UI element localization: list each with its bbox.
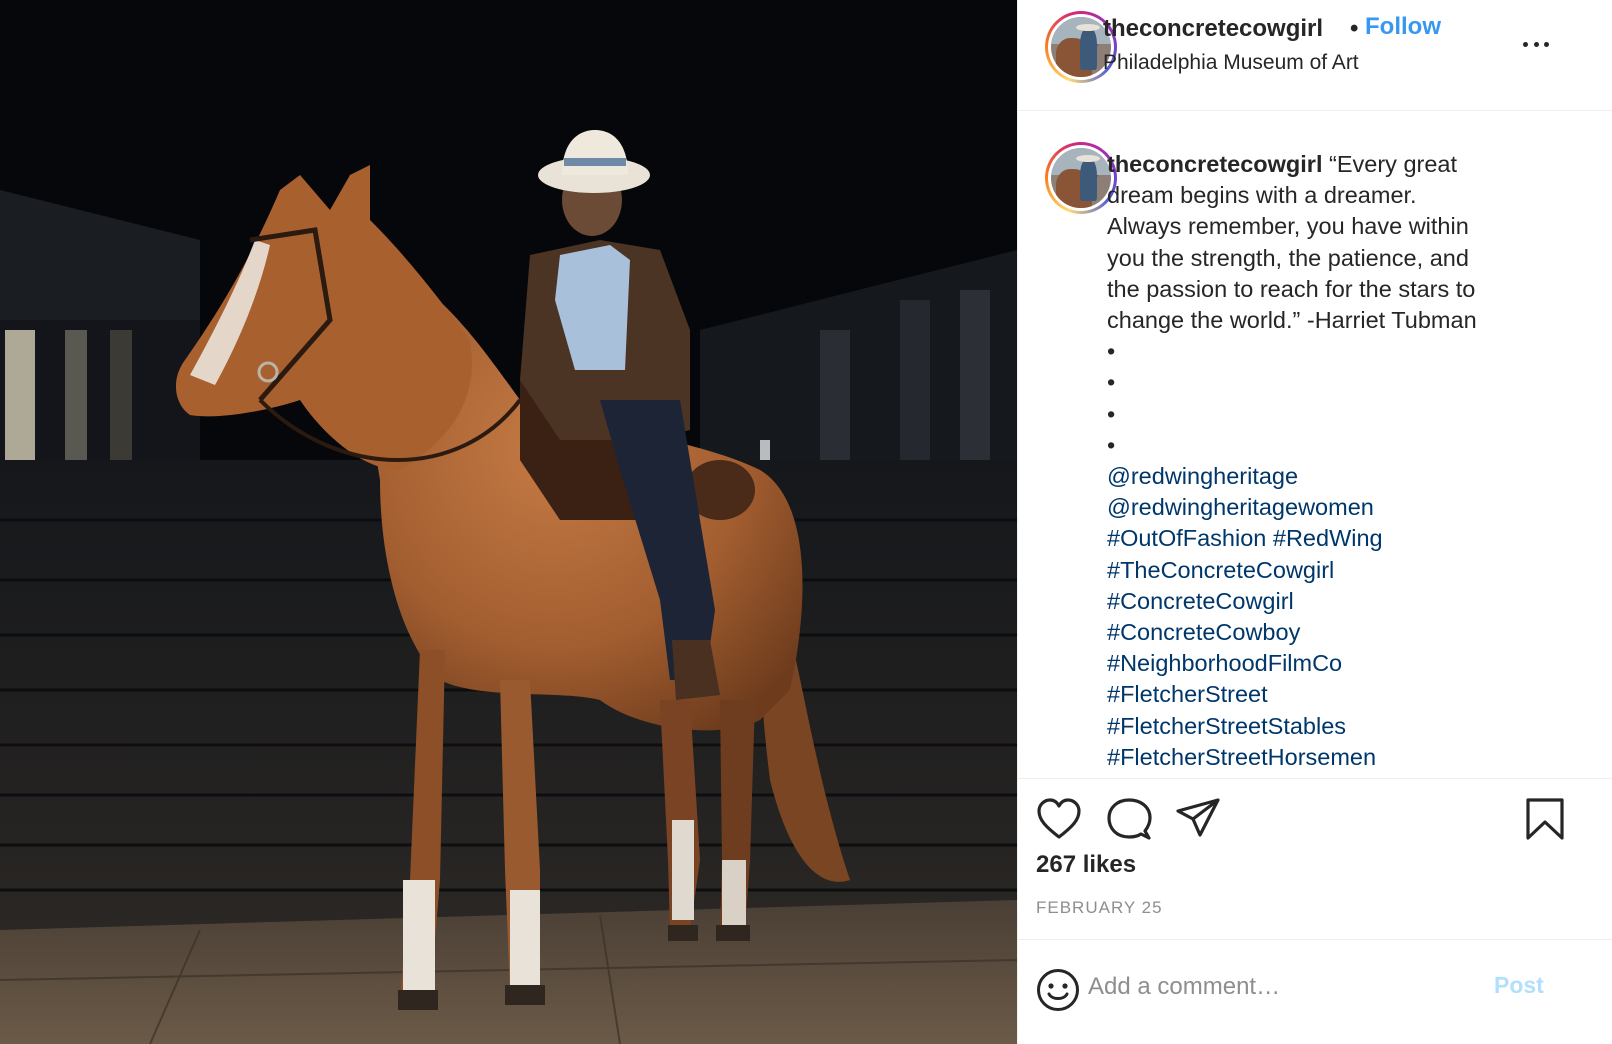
post-header: theconcretecowgirl • Follow Philadelphia… bbox=[1018, 0, 1612, 111]
hashtag-link[interactable]: #OutOfFashion #RedWing bbox=[1107, 523, 1547, 554]
caption-username[interactable]: theconcretecowgirl bbox=[1107, 151, 1322, 177]
smiley-icon-graphic bbox=[1037, 969, 1079, 1011]
caption-line: the passion to reach for the stars to bbox=[1107, 275, 1476, 302]
caption-line: change the world.” -Harriet Tubman bbox=[1107, 307, 1477, 334]
avatar-person bbox=[1079, 27, 1097, 70]
caption-bullet: • bbox=[1107, 400, 1116, 427]
more-dot bbox=[1544, 41, 1549, 47]
avatar-border bbox=[1048, 145, 1114, 211]
photo-horse-rider-illustration bbox=[0, 0, 1017, 1044]
post-date[interactable]: FEBRUARY 25 bbox=[1036, 898, 1163, 918]
likes-count[interactable]: 267 likes bbox=[1036, 851, 1136, 879]
post-side-panel: theconcretecowgirl • Follow Philadelphia… bbox=[1017, 0, 1612, 1044]
hashtag-link[interactable]: #NeighborhoodFilmCo bbox=[1107, 648, 1547, 679]
caption-bullet: • bbox=[1107, 338, 1116, 365]
caption-text: theconcretecowgirl “Every great dream be… bbox=[1107, 149, 1547, 773]
hashtag-link[interactable]: #FletcherStreet bbox=[1107, 679, 1547, 710]
send-icon[interactable] bbox=[1175, 797, 1221, 841]
caption-bullet: • bbox=[1107, 369, 1116, 396]
smiley-icon[interactable] bbox=[1036, 968, 1080, 1012]
avatar-photo bbox=[1051, 148, 1111, 208]
header-separator: • bbox=[1350, 15, 1359, 42]
hashtag-link[interactable]: #ConcreteCowboy bbox=[1107, 617, 1547, 648]
instagram-post: theconcretecowgirl • Follow Philadelphia… bbox=[0, 0, 1612, 1044]
mention-link[interactable]: @redwingheritage bbox=[1107, 461, 1547, 492]
caption-first-line: theconcretecowgirl “Every great bbox=[1107, 149, 1547, 180]
post-photo[interactable] bbox=[0, 0, 1017, 1044]
hashtag-link[interactable]: #TheConcreteCowgirl bbox=[1107, 555, 1547, 586]
hashtag-link[interactable]: #ConcreteCowgirl bbox=[1107, 586, 1547, 617]
follow-button[interactable]: Follow bbox=[1365, 13, 1441, 41]
post-actions: 267 likes FEBRUARY 25 bbox=[1018, 778, 1612, 940]
avatar-person bbox=[1079, 158, 1097, 201]
post-comment-button[interactable]: Post bbox=[1494, 972, 1544, 999]
avatar-photo bbox=[1051, 17, 1111, 77]
comment-icon[interactable] bbox=[1106, 797, 1152, 841]
more-horizontal-icon[interactable] bbox=[1523, 40, 1549, 48]
more-dot bbox=[1523, 41, 1528, 47]
caption-line: “Every great bbox=[1329, 151, 1458, 177]
caption-line: you the strength, the patience, and bbox=[1107, 244, 1469, 271]
location-link[interactable]: Philadelphia Museum of Art bbox=[1103, 51, 1359, 75]
bookmark-icon-graphic bbox=[1526, 798, 1564, 840]
caption-bullet: • bbox=[1107, 431, 1116, 458]
hashtag-link[interactable]: #FletcherStreetHorsemen bbox=[1107, 742, 1547, 773]
comment-box: Post bbox=[1018, 941, 1612, 1044]
heart-icon[interactable] bbox=[1036, 797, 1082, 841]
bookmark-icon[interactable] bbox=[1525, 797, 1565, 841]
caption-line: Always remember, you have within bbox=[1107, 213, 1469, 240]
comment-icon-graphic bbox=[1107, 798, 1152, 840]
comment-input[interactable] bbox=[1088, 969, 1488, 1005]
header-username[interactable]: theconcretecowgirl bbox=[1103, 15, 1323, 43]
more-dot bbox=[1533, 41, 1539, 47]
hashtag-link[interactable]: #FletcherStreetStables bbox=[1107, 711, 1547, 742]
caption-area: theconcretecowgirl “Every great dream be… bbox=[1018, 112, 1612, 778]
send-icon-graphic bbox=[1176, 798, 1220, 837]
mention-link[interactable]: @redwingheritagewomen bbox=[1107, 492, 1547, 523]
heart-icon-graphic bbox=[1037, 798, 1081, 839]
caption-line: dream begins with a dreamer. bbox=[1107, 182, 1417, 209]
